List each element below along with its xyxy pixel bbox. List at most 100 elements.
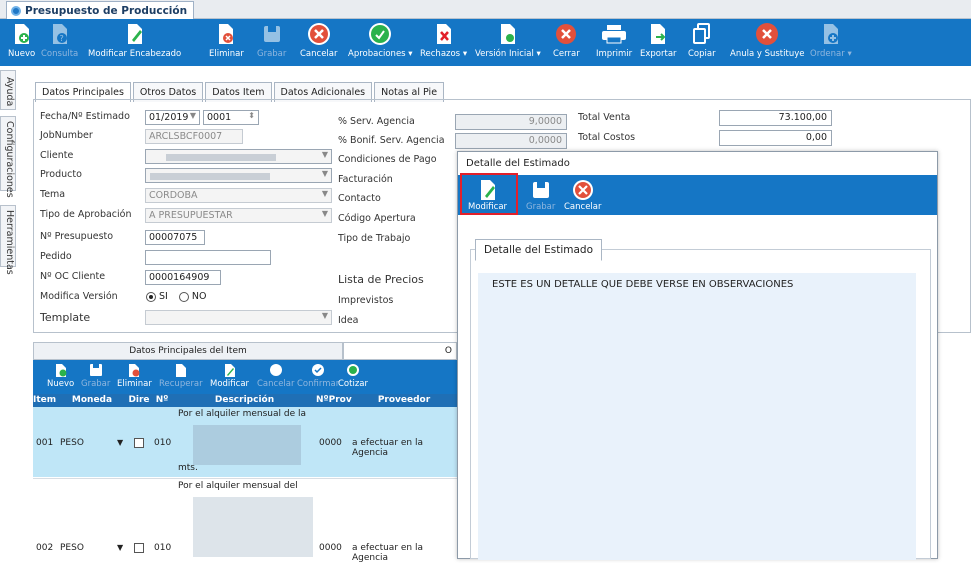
total-venta-field[interactable]: 73.100,00 bbox=[719, 110, 832, 126]
query-doc-icon: ? bbox=[52, 24, 67, 44]
close-x-icon bbox=[556, 24, 577, 44]
chevron-down-icon[interactable]: ▼ bbox=[117, 543, 123, 552]
printer-icon bbox=[602, 25, 627, 44]
item-recuperar-button[interactable]: Recuperar bbox=[159, 361, 203, 389]
anula-sustituye-button[interactable]: Anula y Sustituye bbox=[730, 19, 804, 66]
ordenar-button[interactable]: Ordenar ▾ bbox=[810, 19, 852, 66]
dialog-modificar-button[interactable]: Modificar bbox=[468, 178, 507, 212]
col-descripcion[interactable]: Descripción bbox=[174, 395, 315, 405]
cell-proveedor: a efectuar en la Agencia bbox=[352, 543, 423, 563]
pedido-field[interactable] bbox=[145, 250, 271, 265]
jobnumber-label: JobNumber bbox=[40, 130, 93, 141]
save-icon bbox=[532, 182, 549, 198]
grabar-button[interactable]: Grabar bbox=[257, 19, 286, 66]
imprevistos-label: Imprevistos bbox=[338, 295, 394, 306]
item-cancelar-label: Cancelar bbox=[257, 379, 295, 389]
redacted-description bbox=[193, 425, 301, 465]
item-cotizar-button[interactable]: Cotizar bbox=[338, 361, 368, 389]
presupuesto-field[interactable]: 00007075 bbox=[145, 230, 205, 245]
consulta-button[interactable]: ? Consulta bbox=[41, 19, 78, 66]
tipoaprob-select[interactable]: A PRESUPUESTAR ▼ bbox=[145, 208, 332, 223]
sidetab-configuraciones[interactable]: Configuraciones bbox=[0, 116, 16, 198]
col-item[interactable]: Item bbox=[33, 395, 56, 405]
eliminar-label: Eliminar bbox=[209, 49, 244, 59]
template-select[interactable]: ▼ bbox=[145, 310, 332, 325]
cell-desc-line1: Por el alquiler mensual de la bbox=[178, 409, 307, 419]
table-row[interactable]: 002 PESO ▼ 010 Por el alquiler mensual d… bbox=[33, 478, 459, 563]
copiar-button[interactable]: Copiar bbox=[688, 19, 716, 66]
col-moneda[interactable]: Moneda bbox=[57, 395, 127, 405]
tab-detalle-estimado[interactable]: Detalle del Estimado bbox=[475, 239, 602, 261]
chevron-down-icon[interactable]: ▼ bbox=[117, 438, 123, 447]
tab-items-other[interactable]: O bbox=[343, 342, 457, 360]
delete-doc-icon bbox=[219, 24, 234, 44]
save-icon bbox=[263, 26, 280, 42]
item-modificar-button[interactable]: Modificar bbox=[210, 361, 249, 389]
cancelar-button[interactable]: Cancelar bbox=[300, 19, 338, 66]
fecha-value: 01/2019 bbox=[149, 112, 189, 123]
chevron-down-icon: ▼ bbox=[321, 311, 328, 320]
item-grabar-button[interactable]: Grabar bbox=[81, 361, 110, 389]
rechazos-button[interactable]: Rechazos ▾ bbox=[420, 19, 467, 66]
table-row[interactable]: 001 PESO ▼ 010 Por el alquiler mensual d… bbox=[33, 407, 459, 477]
void-replace-icon bbox=[756, 23, 779, 45]
dialog-toolbar: Modificar Grabar Cancelar bbox=[458, 173, 937, 215]
jobnumber-field[interactable]: ARCLSBCF0007 bbox=[145, 129, 243, 144]
serv-agencia-field[interactable]: 9,0000 bbox=[455, 114, 567, 130]
sidetab-herramientas[interactable]: Herramientas bbox=[0, 205, 16, 275]
export-icon bbox=[651, 24, 666, 44]
exportar-button[interactable]: Exportar bbox=[640, 19, 677, 66]
document-tab[interactable]: Presupuesto de Producción bbox=[6, 1, 195, 19]
item-nuevo-button[interactable]: Nuevo bbox=[47, 361, 74, 389]
eliminar-button[interactable]: Eliminar bbox=[209, 19, 244, 66]
cliente-select[interactable]: ▼ bbox=[145, 149, 332, 164]
condiciones-label: Condiciones de Pago bbox=[338, 154, 437, 165]
reject-icon bbox=[436, 24, 451, 44]
oc-field[interactable]: 0000164909 bbox=[145, 270, 221, 285]
radio-no[interactable] bbox=[178, 291, 189, 302]
dire-checkbox[interactable] bbox=[134, 438, 144, 448]
tipoaprob-value: A PRESUPUESTAR bbox=[149, 210, 233, 221]
nuevo-button[interactable]: Nuevo bbox=[8, 19, 35, 66]
rechazos-label: Rechazos ▾ bbox=[420, 49, 468, 59]
dialog-grabar-button[interactable]: Grabar bbox=[526, 178, 555, 212]
modificar-encabezado-button[interactable]: Modificar Encabezado bbox=[88, 19, 181, 66]
tema-select[interactable]: CORDOBA ▼ bbox=[145, 188, 332, 203]
total-costos-field[interactable]: 0,00 bbox=[719, 130, 832, 146]
producto-select[interactable]: ▼ bbox=[145, 168, 332, 183]
item-cancelar-button[interactable]: Cancelar bbox=[257, 361, 295, 389]
cell-n: 010 bbox=[154, 543, 172, 553]
fecha-select[interactable]: 01/2019 ▼ bbox=[145, 110, 200, 125]
item-cotizar-label: Cotizar bbox=[338, 379, 368, 389]
col-n[interactable]: Nº bbox=[151, 395, 173, 405]
estimado-stepper[interactable]: 0001 ⬍ bbox=[203, 110, 259, 125]
imprimir-button[interactable]: Imprimir bbox=[596, 19, 632, 66]
aprobaciones-label: Aprobaciones ▾ bbox=[348, 49, 413, 59]
cerrar-button[interactable]: Cerrar bbox=[553, 19, 580, 66]
col-dire[interactable]: Dire bbox=[128, 395, 150, 405]
cell-moneda: PESO bbox=[60, 543, 84, 553]
aprobaciones-button[interactable]: Aprobaciones ▾ bbox=[348, 19, 413, 66]
col-proveedor[interactable]: Proveedor bbox=[349, 395, 459, 405]
detalle-textarea[interactable]: ESTE ES UN DETALLE QUE DEBE VERSE EN OBS… bbox=[478, 273, 916, 560]
tema-value: CORDOBA bbox=[149, 190, 198, 201]
col-nprov[interactable]: NºProv bbox=[316, 395, 352, 405]
sidetab-ayuda[interactable]: Ayuda bbox=[0, 70, 16, 110]
sidetab-ayuda-label: Ayuda bbox=[4, 77, 15, 107]
new-doc-icon bbox=[55, 363, 67, 377]
item-eliminar-button[interactable]: Eliminar bbox=[117, 361, 152, 389]
consulta-label: Consulta bbox=[41, 49, 79, 59]
dire-checkbox[interactable] bbox=[134, 543, 144, 553]
bonif-field[interactable]: 0,0000 bbox=[455, 133, 567, 149]
chevron-down-icon: ▼ bbox=[321, 209, 328, 218]
dialog-cancelar-button[interactable]: Cancelar bbox=[564, 178, 602, 212]
version-inicial-button[interactable]: Versión Inicial ▾ bbox=[475, 19, 541, 66]
tab-datos-principales-item[interactable]: Datos Principales del Item bbox=[33, 342, 343, 360]
radio-si[interactable] bbox=[146, 291, 156, 302]
redacted-value bbox=[150, 173, 270, 180]
total-costos-label: Total Costos bbox=[578, 132, 636, 143]
modificar-encabezado-label: Modificar Encabezado bbox=[88, 49, 182, 59]
cell-desc-last: mts. bbox=[178, 463, 198, 473]
dialog-cancelar-label: Cancelar bbox=[564, 202, 602, 212]
item-confirmar-button[interactable]: Confirmar bbox=[297, 361, 339, 389]
